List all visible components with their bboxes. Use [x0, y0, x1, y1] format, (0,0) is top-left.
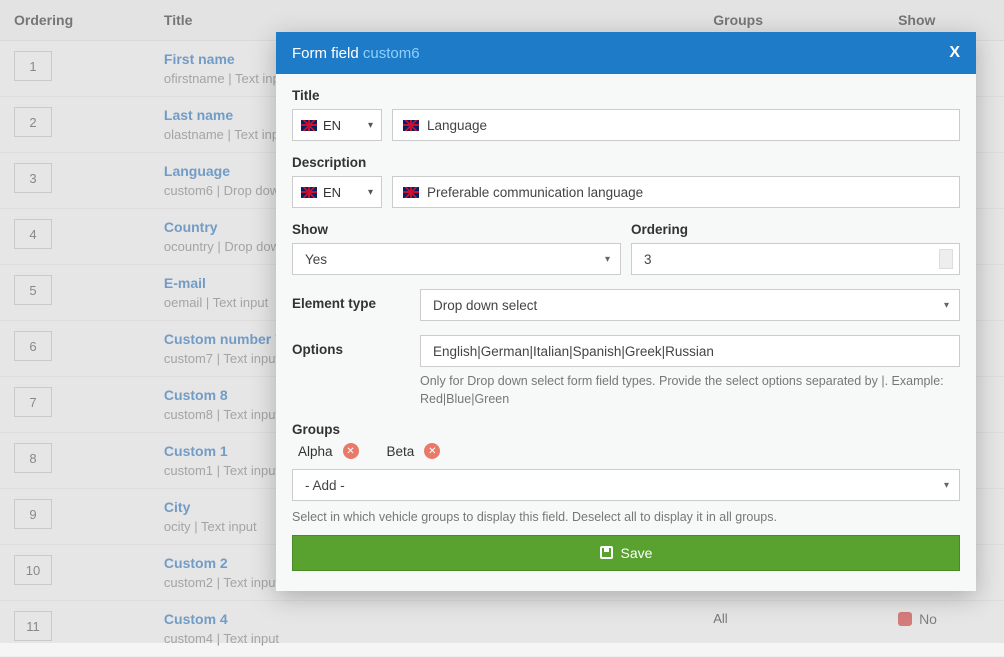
modal-header: Form field custom6 X: [276, 32, 976, 74]
stepper-icon[interactable]: [939, 249, 953, 269]
label-options: Options: [292, 335, 402, 357]
save-icon: [600, 546, 613, 559]
table-row: 11 Custom 4 custom4 | Text input All No: [0, 601, 1004, 657]
remove-group-icon[interactable]: ✕: [424, 443, 440, 459]
status-dot-icon: [898, 612, 912, 626]
label-title: Title: [292, 88, 960, 103]
options-input[interactable]: English|German|Italian|Spanish|Greek|Rus…: [420, 335, 960, 367]
groups-cell: All: [713, 611, 727, 626]
label-element-type: Element type: [292, 289, 402, 311]
title-lang-select[interactable]: EN: [292, 109, 382, 141]
label-description: Description: [292, 155, 960, 170]
uk-flag-icon: [403, 120, 419, 131]
ordering-input[interactable]: 5: [14, 275, 52, 305]
ordering-input[interactable]: 4: [14, 219, 52, 249]
save-button[interactable]: Save: [292, 535, 960, 571]
ordering-input[interactable]: 3: [14, 163, 52, 193]
modal-title-field: custom6: [363, 45, 420, 62]
row-title-link[interactable]: Custom 4: [164, 611, 685, 627]
form-field-modal: Form field custom6 X Title EN Language D…: [276, 32, 976, 591]
element-type-select[interactable]: Drop down select: [420, 289, 960, 321]
label-show: Show: [292, 222, 621, 237]
label-groups: Groups: [292, 422, 960, 437]
remove-group-icon[interactable]: ✕: [343, 443, 359, 459]
ordering-input[interactable]: 10: [14, 555, 52, 585]
uk-flag-icon: [403, 187, 419, 198]
ordering-input[interactable]: 7: [14, 387, 52, 417]
show-select[interactable]: Yes: [292, 243, 621, 275]
groups-add-select[interactable]: - Add -: [292, 469, 960, 501]
ordering-input[interactable]: 1: [14, 51, 52, 81]
ordering-input[interactable]: 2: [14, 107, 52, 137]
options-hint: Only for Drop down select form field typ…: [420, 373, 960, 408]
group-tag-label: Beta: [387, 444, 415, 459]
show-cell: No: [898, 611, 937, 627]
close-icon[interactable]: X: [949, 44, 960, 62]
ordering-input[interactable]: 6: [14, 331, 52, 361]
description-input[interactable]: Preferable communication language: [392, 176, 960, 208]
group-tag: Alpha ✕: [298, 443, 359, 459]
description-lang-select[interactable]: EN: [292, 176, 382, 208]
uk-flag-icon: [301, 120, 317, 131]
ordering-input[interactable]: 11: [14, 611, 52, 641]
title-input[interactable]: Language: [392, 109, 960, 141]
ordering-input[interactable]: 9: [14, 499, 52, 529]
label-ordering: Ordering: [631, 222, 960, 237]
uk-flag-icon: [301, 187, 317, 198]
groups-hint: Select in which vehicle groups to displa…: [292, 509, 960, 527]
group-tag: Beta ✕: [387, 443, 441, 459]
row-meta: custom4 | Text input: [164, 631, 685, 646]
ordering-input[interactable]: 8: [14, 443, 52, 473]
group-tag-label: Alpha: [298, 444, 333, 459]
th-ordering: Ordering: [0, 0, 150, 41]
modal-title-prefix: Form field: [292, 45, 359, 62]
ordering-input[interactable]: 3: [631, 243, 960, 275]
